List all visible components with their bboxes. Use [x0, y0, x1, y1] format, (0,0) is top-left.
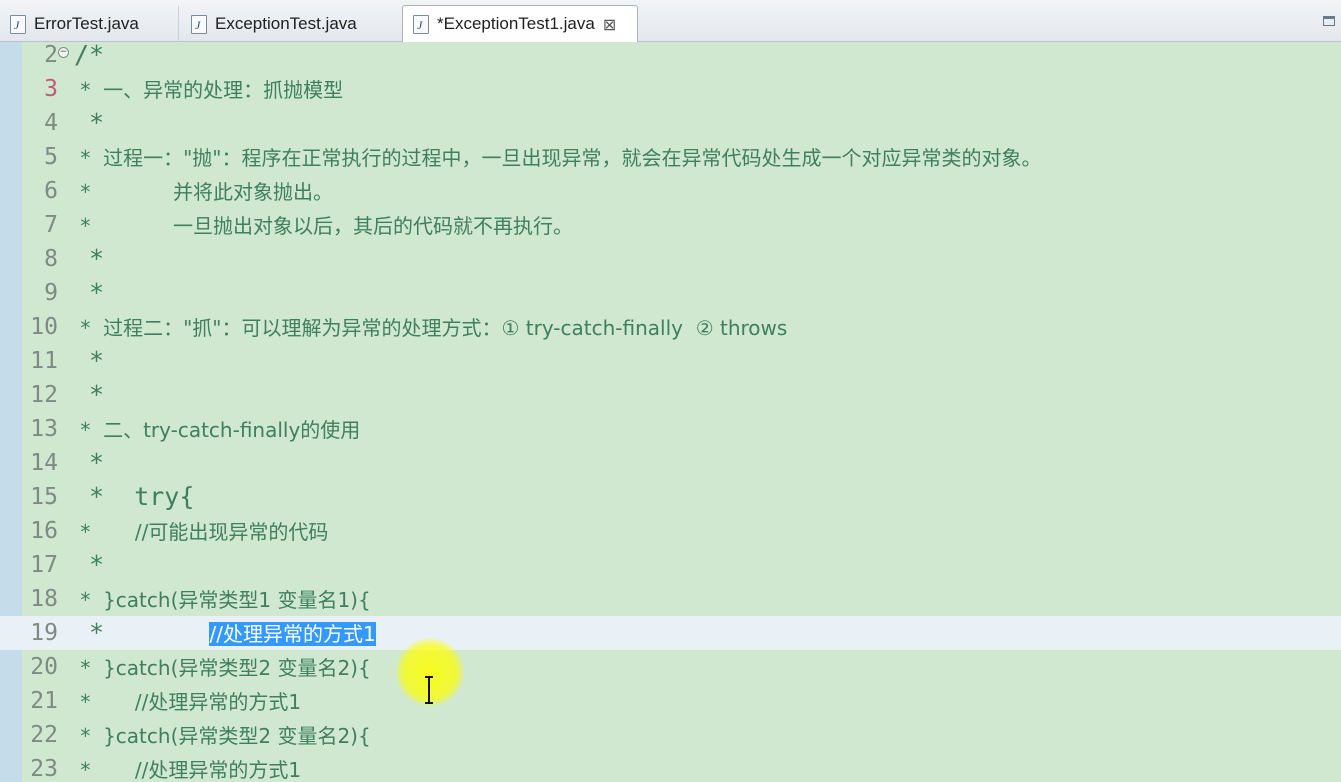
- code-text: * 一、异常的处理：抓抛模型: [74, 72, 343, 107]
- code-text: * try{: [74, 482, 195, 511]
- maximize-icon[interactable]: [1317, 5, 1341, 35]
- svg-text:J: J: [195, 18, 201, 31]
- line-number: 17: [30, 552, 58, 578]
- code-text: * //处理异常的方式1: [74, 752, 301, 782]
- code-line: 17 *: [0, 548, 1341, 582]
- comment-text: * }catch(异常类型2 变量名2){: [74, 656, 371, 680]
- tab-exception-test[interactable]: J ExceptionTest.java: [178, 6, 400, 42]
- line-number: 20: [30, 654, 58, 680]
- code-line: 21 * //处理异常的方式1: [0, 684, 1341, 718]
- code-line: 5 * 过程一："抛"：程序在正常执行的过程中，一旦出现异常，就会在异常代码处生…: [0, 140, 1341, 174]
- java-file-icon: J: [10, 14, 26, 34]
- code-line: 10 * 过程二："抓"：可以理解为异常的处理方式：① try-catch-fi…: [0, 310, 1341, 344]
- eclipse-editor-window: J ErrorTest.java J ExceptionTest.java J …: [0, 0, 1341, 782]
- comment-text: * //处理异常的方式1: [74, 690, 302, 714]
- code-line: 8 *: [0, 242, 1341, 276]
- code-text: *: [74, 244, 105, 273]
- code-line: 20 * }catch(异常类型2 变量名2){: [0, 650, 1341, 684]
- tab-error-test[interactable]: J ErrorTest.java: [0, 6, 176, 42]
- comment-text: * 二、try-catch-finally的使用: [74, 418, 361, 442]
- line-number: 3: [44, 76, 58, 102]
- java-file-icon: J: [191, 14, 207, 34]
- code-text: * }catch(异常类型2 变量名2){: [74, 650, 371, 685]
- code-text: * //处理异常的方式1: [74, 684, 301, 719]
- line-number: 6: [44, 178, 58, 204]
- line-number: 8: [44, 246, 58, 272]
- line-number: 16: [30, 518, 58, 544]
- code-line: 22 * }catch(异常类型2 变量名2){: [0, 718, 1341, 752]
- line-number: 11: [30, 348, 58, 374]
- comment-text: * 一旦抛出对象以后，其后的代码就不再执行。: [74, 214, 574, 238]
- code-text: *: [74, 278, 105, 307]
- code-text: * 过程一："抛"：程序在正常执行的过程中，一旦出现异常，就会在异常代码处生成一…: [74, 140, 1041, 175]
- code-text: * //处理异常的方式1: [74, 616, 376, 651]
- tab-exception-test1-active[interactable]: J *ExceptionTest1.java ⊠: [402, 5, 638, 42]
- code-line: 14 *: [0, 446, 1341, 480]
- editor-tab-bar: J ErrorTest.java J ExceptionTest.java J …: [0, 0, 1341, 42]
- selected-text[interactable]: //处理异常的方式1: [209, 622, 376, 646]
- tab-label: *ExceptionTest1.java: [437, 14, 595, 33]
- comment-text: * }catch(异常类型1 变量名1){: [74, 588, 371, 612]
- line-number: 19: [30, 620, 58, 646]
- line-number: 4: [44, 110, 58, 136]
- comment-text: * 一、异常的处理：抓抛模型: [74, 78, 344, 102]
- code-editor[interactable]: 2 /* − 3 * 一、异常的处理：抓抛模型 4 * 5 * 过程一："抛"：…: [0, 40, 1341, 782]
- code-text: *: [74, 448, 105, 477]
- svg-text:J: J: [14, 18, 20, 31]
- line-number: 2: [44, 42, 58, 68]
- line-number: 15: [30, 484, 58, 510]
- code-line: 18 * }catch(异常类型1 变量名1){: [0, 582, 1341, 616]
- code-line: 4 *: [0, 106, 1341, 140]
- code-text: * //可能出现异常的代码: [74, 514, 328, 549]
- code-text: * 二、try-catch-finally的使用: [74, 412, 360, 447]
- code-text: /*: [74, 40, 105, 69]
- line-number: 13: [30, 416, 58, 442]
- line-number: 22: [30, 722, 58, 748]
- line-number: 5: [44, 144, 58, 170]
- code-prefix: *: [74, 618, 210, 647]
- code-text: * 一旦抛出对象以后，其后的代码就不再执行。: [74, 208, 573, 243]
- comment-text: * 过程二："抓"：可以理解为异常的处理方式：① try-catch-final…: [74, 316, 788, 340]
- comment-text: * 并将此对象抛出。: [74, 180, 334, 204]
- close-icon[interactable]: ⊠: [603, 15, 616, 34]
- current-code-line: 19 * //处理异常的方式1: [0, 616, 1341, 650]
- code-line: 11 *: [0, 344, 1341, 378]
- code-line: 15 * try{: [0, 480, 1341, 514]
- code-line: 7 * 一旦抛出对象以后，其后的代码就不再执行。: [0, 208, 1341, 242]
- code-text: * }catch(异常类型1 变量名1){: [74, 582, 371, 617]
- code-text: *: [74, 380, 105, 409]
- code-line: 23 * //处理异常的方式1: [0, 752, 1341, 782]
- text-cursor-icon: [423, 676, 435, 704]
- line-number: 7: [44, 212, 58, 238]
- line-number: 12: [30, 382, 58, 408]
- line-number: 18: [30, 586, 58, 612]
- fold-collapse-icon[interactable]: −: [58, 47, 69, 58]
- tab-label: ErrorTest.java: [34, 14, 139, 33]
- code-line: 13 * 二、try-catch-finally的使用: [0, 412, 1341, 446]
- comment-text: * //可能出现异常的代码: [74, 520, 329, 544]
- code-text: *: [74, 108, 105, 137]
- code-line: 6 * 并将此对象抛出。: [0, 174, 1341, 208]
- line-number: 9: [44, 280, 58, 306]
- comment-text: * 过程一："抛"：程序在正常执行的过程中，一旦出现异常，就会在异常代码处生成一…: [74, 146, 1042, 170]
- line-number: 21: [30, 688, 58, 714]
- code-text: *: [74, 346, 105, 375]
- java-file-icon: J: [413, 14, 429, 34]
- line-number: 23: [30, 756, 58, 782]
- code-text: * 过程二："抓"：可以理解为异常的处理方式：① try-catch-final…: [74, 310, 787, 345]
- tab-label: ExceptionTest.java: [215, 14, 357, 33]
- line-number: 14: [30, 450, 58, 476]
- code-line: 3 * 一、异常的处理：抓抛模型: [0, 72, 1341, 106]
- code-text: * }catch(异常类型2 变量名2){: [74, 718, 371, 753]
- code-line: 9 *: [0, 276, 1341, 310]
- code-line: 16 * //可能出现异常的代码: [0, 514, 1341, 548]
- code-text: * 并将此对象抛出。: [74, 174, 333, 209]
- svg-text:J: J: [417, 18, 423, 31]
- code-line: 2 /*: [0, 38, 1341, 72]
- code-line: 12 *: [0, 378, 1341, 412]
- comment-text: * //处理异常的方式1: [74, 758, 302, 782]
- comment-text: * }catch(异常类型2 变量名2){: [74, 724, 371, 748]
- line-number: 10: [30, 314, 58, 340]
- code-text: *: [74, 550, 105, 579]
